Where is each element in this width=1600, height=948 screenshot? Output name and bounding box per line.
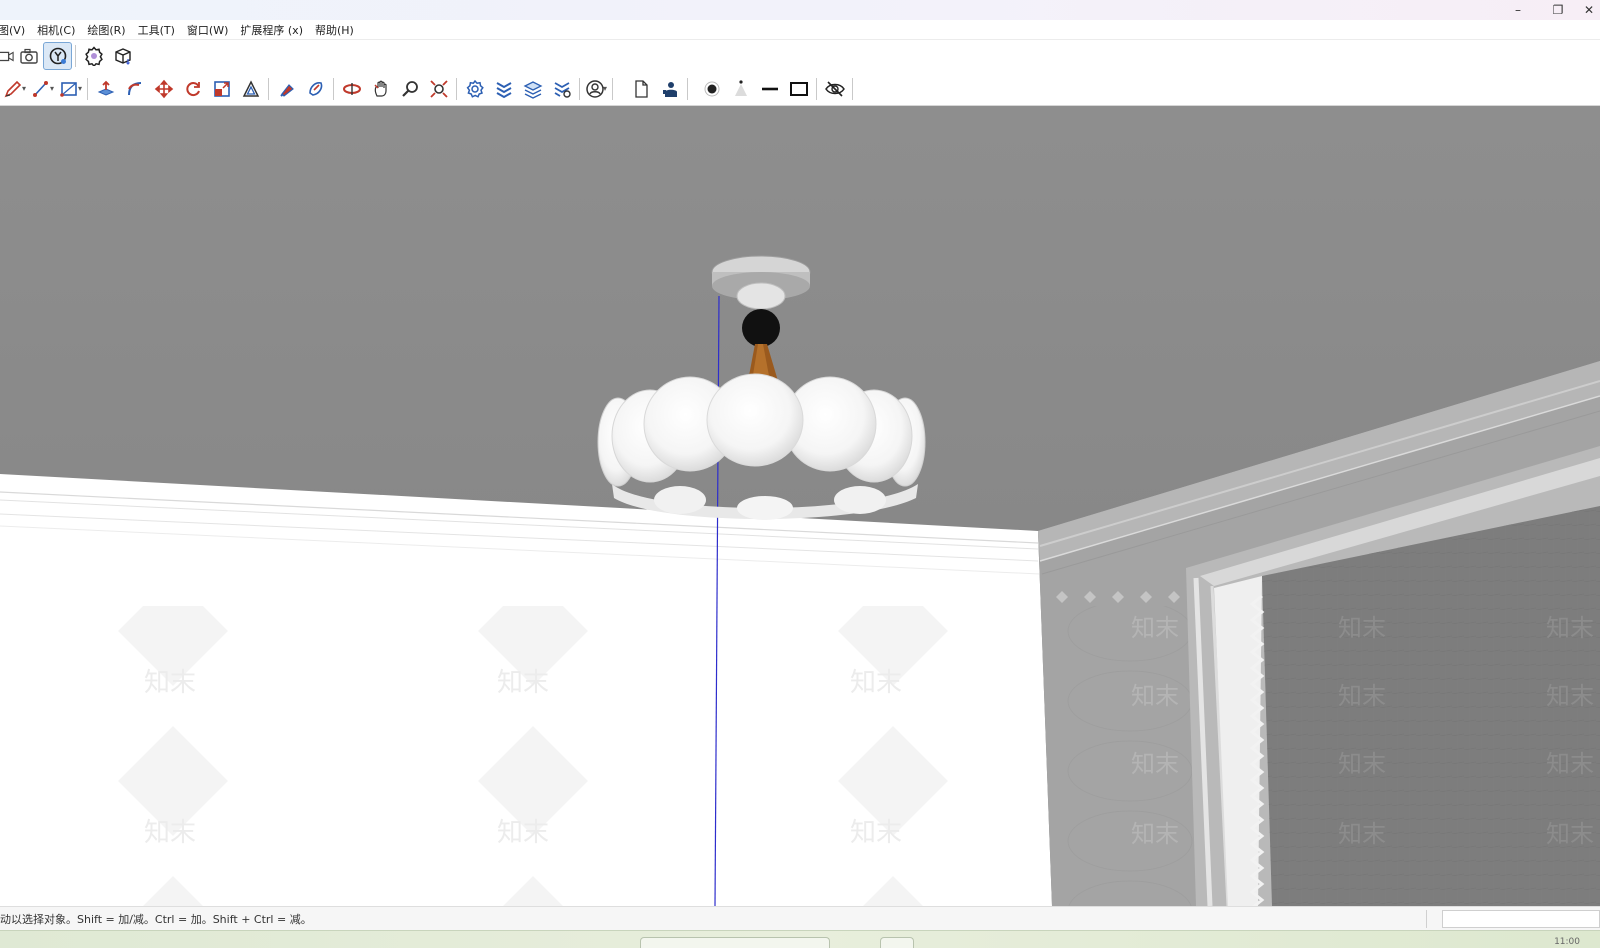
hide-eye-icon[interactable] bbox=[820, 75, 849, 103]
watermark-text: 知末 bbox=[144, 668, 196, 698]
status-bar: 动以选择对象。Shift = 加/减。Ctrl = 加。Shift + Ctrl… bbox=[0, 906, 1600, 930]
light-cone-icon[interactable] bbox=[726, 75, 755, 103]
move-icon[interactable] bbox=[149, 75, 178, 103]
watermark-text: 知末 bbox=[1546, 614, 1594, 642]
menu-window[interactable]: 窗口(W) bbox=[181, 22, 234, 38]
person-icon[interactable] bbox=[655, 75, 684, 103]
toolbar-separator bbox=[816, 77, 818, 100]
layers-stack-icon[interactable] bbox=[518, 75, 547, 103]
watermark-text: 知末 bbox=[1338, 820, 1386, 848]
wall-watermark-pattern bbox=[0, 606, 1052, 906]
camera-icon[interactable] bbox=[14, 42, 43, 70]
new-page-icon[interactable] bbox=[626, 75, 655, 103]
section-icon[interactable] bbox=[301, 75, 330, 103]
menu-extensions[interactable]: 扩展程序 (x) bbox=[234, 22, 309, 38]
menu-bar: 图(V) 相机(C) 绘图(R) 工具(T) 窗口(W) 扩展程序 (x) 帮助… bbox=[0, 20, 1600, 40]
status-divider bbox=[1426, 910, 1427, 928]
watermark-text: 知末 bbox=[1338, 682, 1386, 710]
measurements-input[interactable] bbox=[1442, 910, 1600, 928]
minimize-button[interactable]: – bbox=[1500, 0, 1536, 20]
toolbar-separator bbox=[852, 77, 854, 100]
menu-help[interactable]: 帮助(H) bbox=[309, 22, 360, 38]
watermark-text: 知末 bbox=[1131, 750, 1179, 778]
watermark-text: 知末 bbox=[1338, 750, 1386, 778]
toolbar-separator bbox=[687, 77, 689, 100]
watermark-text: 知末 bbox=[850, 668, 902, 698]
offset-icon[interactable] bbox=[236, 75, 265, 103]
menu-view[interactable]: 图(V) bbox=[0, 22, 31, 38]
paint-icon[interactable] bbox=[272, 75, 301, 103]
toolbar-separator bbox=[333, 77, 335, 100]
restore-button[interactable]: ❐ bbox=[1540, 0, 1576, 20]
watermark-text: 知末 bbox=[144, 818, 196, 848]
main-toolbar: ▾ ▾ ▾ ▾ bbox=[0, 72, 1600, 106]
pan-icon[interactable] bbox=[366, 75, 395, 103]
menu-camera[interactable]: 相机(C) bbox=[31, 22, 81, 38]
close-button[interactable]: ✕ bbox=[1578, 0, 1600, 20]
camera-toolbar bbox=[0, 40, 1600, 72]
layers-icon[interactable] bbox=[489, 75, 518, 103]
toolbar-separator bbox=[612, 77, 614, 100]
watermark-text: 知末 bbox=[1546, 750, 1594, 778]
watermark-text: 知末 bbox=[1546, 820, 1594, 848]
title-bar: – ❐ ✕ bbox=[0, 0, 1600, 20]
line-weight-icon[interactable] bbox=[755, 75, 784, 103]
rotate-icon[interactable] bbox=[178, 75, 207, 103]
zoom-icon[interactable] bbox=[395, 75, 424, 103]
watermark-text: 知末 bbox=[1546, 682, 1594, 710]
push-pull-icon[interactable] bbox=[91, 75, 120, 103]
rectangle-outline-icon[interactable] bbox=[784, 75, 813, 103]
taskbar-app-button[interactable] bbox=[640, 937, 830, 948]
status-hint-text: 动以选择对象。Shift = 加/减。Ctrl = 加。Shift + Ctrl… bbox=[0, 912, 312, 926]
taskbar: 11:00 bbox=[0, 930, 1600, 948]
orbit-icon[interactable] bbox=[337, 75, 366, 103]
scale-icon[interactable] bbox=[207, 75, 236, 103]
toolbar-separator bbox=[579, 77, 581, 100]
watermark-text: 知末 bbox=[1131, 820, 1179, 848]
follow-me-icon[interactable] bbox=[120, 75, 149, 103]
watermark-text: 知末 bbox=[497, 818, 549, 848]
component-gear-icon[interactable] bbox=[79, 42, 108, 70]
toolbar-separator bbox=[456, 77, 458, 100]
taskbar-clock: 11:00 bbox=[1554, 937, 1580, 947]
materials-icon[interactable] bbox=[460, 75, 489, 103]
cube-export-icon[interactable] bbox=[108, 42, 137, 70]
watermark-text: 知末 bbox=[850, 818, 902, 848]
user-circle-icon[interactable] bbox=[583, 75, 607, 103]
model-viewport[interactable]: 知末 知末 知末 知末 知末 知末 知末 知末 知末 知末 知末 知末 知末 知末 知末 知末 知末 知末 bbox=[0, 106, 1600, 906]
toolbar-separator bbox=[268, 77, 270, 100]
layers-settings-icon[interactable] bbox=[547, 75, 576, 103]
line-icon[interactable] bbox=[28, 75, 54, 103]
rectangle-icon[interactable] bbox=[56, 75, 82, 103]
shadow-point-icon[interactable] bbox=[697, 75, 726, 103]
toolbar-separator bbox=[75, 45, 76, 67]
zoom-extents-icon[interactable] bbox=[424, 75, 453, 103]
watermark-text: 知末 bbox=[1131, 614, 1179, 642]
watermark-text: 知末 bbox=[497, 668, 549, 698]
scene-canvas: 知末 知末 知末知末 知末 知末知末 知末 知末知末 知末 知末知末 知末 知末知末 知末 知末 bbox=[0, 106, 1600, 906]
pencil-icon[interactable] bbox=[0, 75, 26, 103]
toolbar-separator bbox=[87, 77, 89, 100]
menu-tools[interactable]: 工具(T) bbox=[132, 22, 181, 38]
walk-orbit-icon[interactable] bbox=[43, 42, 72, 70]
watermark-text: 知末 bbox=[1338, 614, 1386, 642]
taskbar-app-button[interactable] bbox=[880, 937, 914, 948]
watermark-text: 知末 bbox=[1131, 682, 1179, 710]
menu-draw[interactable]: 绘图(R) bbox=[81, 22, 131, 38]
previous-view-icon[interactable] bbox=[0, 42, 14, 70]
